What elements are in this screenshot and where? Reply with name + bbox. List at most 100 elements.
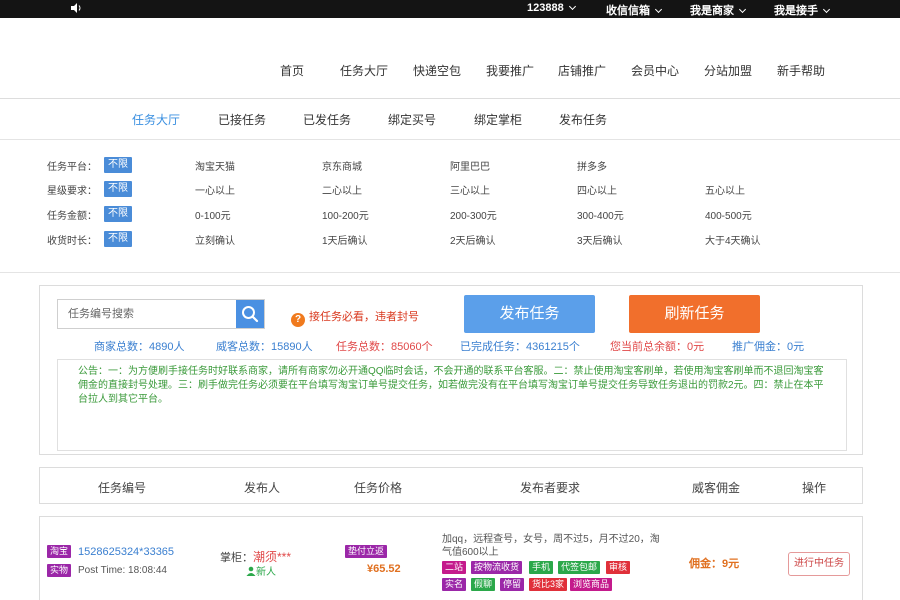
task-id-search-input[interactable] [58, 300, 236, 328]
account-id[interactable]: 123888 [527, 2, 576, 14]
filter-unlimited-badge[interactable]: 不限 [104, 157, 132, 173]
search-button[interactable] [236, 300, 264, 328]
search-icon [242, 306, 259, 323]
filter-option[interactable]: 100-200元 [322, 207, 369, 222]
stat-completed: 已完成任务：4361215个 [460, 341, 580, 353]
req-tag: 按物流收货 [471, 561, 523, 574]
type-tag: 实物 [47, 564, 72, 577]
refresh-task-button[interactable]: 刷新任务 [629, 295, 760, 333]
merchant-menu[interactable]: 我是商家 [690, 2, 747, 18]
col-commission: 威客佣金 [692, 481, 741, 495]
tab-bind-buyer[interactable]: 绑定买号 [388, 111, 436, 128]
tab-bind-shopkeeper[interactable]: 绑定掌柜 [474, 111, 522, 128]
filter-option[interactable]: 五心以上 [705, 182, 745, 197]
req-tag: 停留 [500, 578, 525, 591]
filter-option[interactable]: 大于4天确认 [705, 232, 761, 247]
task-in-progress-button[interactable]: 进行中任务 [788, 552, 850, 576]
worker-menu[interactable]: 我是接手 [774, 2, 831, 18]
filter-option[interactable]: 一心以上 [195, 182, 235, 197]
main-nav: 首页 任务大厅 快递空包 我要推广 店铺推广 会员中心 分站加盟 新手帮助 [0, 62, 900, 82]
nav-shop-promote[interactable]: 店铺推广 [558, 62, 606, 79]
user-icon [246, 566, 256, 576]
requirement-text: 加qq，远程查号，女号，周不过5，月不过20，淘气值600以上 [442, 534, 660, 558]
req-tag: 假聊 [471, 578, 496, 591]
chevron-down-icon [738, 5, 747, 14]
platform-tag: 淘宝 [47, 545, 72, 558]
tab-publish-task[interactable]: 发布任务 [559, 111, 607, 128]
filter-label: 收货时长： [47, 236, 97, 247]
nav-task-hall[interactable]: 任务大厅 [340, 62, 388, 79]
nav-promote[interactable]: 我要推广 [486, 62, 534, 79]
req-tag: 审核 [606, 561, 631, 574]
stat-merchants: 商家总数：4890人 [94, 341, 185, 353]
filter-unlimited-badge[interactable]: 不限 [104, 231, 132, 247]
filter-option[interactable]: 400-500元 [705, 207, 752, 222]
table-row: 淘宝 1528625324*33365 实物 Post Time: 18:08:… [39, 516, 863, 600]
req-tag: 代签包邮 [558, 561, 601, 574]
filter-option[interactable]: 立刻确认 [195, 232, 235, 247]
req-tag: 货比3家 [529, 578, 568, 591]
task-price: ¥65.52 [367, 563, 401, 575]
filter-option[interactable]: 京东商城 [322, 158, 362, 173]
filter-option[interactable]: 2天后确认 [450, 232, 496, 247]
chevron-down-icon [568, 2, 576, 11]
nav-home[interactable]: 首页 [280, 62, 304, 79]
top-bar: 123888 收信信箱 我是商家 我是接手 [0, 0, 900, 18]
req-tag: 浏览商品 [570, 578, 613, 591]
filter-option[interactable]: 阿里巴巴 [450, 158, 490, 173]
task-id-link[interactable]: 1528625324*33365 [78, 546, 174, 558]
col-task-id: 任务编号 [98, 481, 147, 495]
nav-member[interactable]: 会员中心 [631, 62, 679, 79]
filter-option[interactable]: 0-100元 [195, 207, 231, 222]
publisher-level: 新人 [246, 563, 276, 578]
price-tag: 垫付立返 [345, 545, 388, 558]
filter-option[interactable]: 1天后确认 [322, 232, 368, 247]
stat-workers: 威客总数：15890人 [216, 341, 313, 353]
publish-task-button[interactable]: 发布任务 [464, 295, 595, 333]
filter-delivery-time: 收货时长： 不限 立刻确认 1天后确认 2天后确认 3天后确认 大于4天确认 [0, 231, 900, 247]
req-tag: 二站 [442, 561, 467, 574]
filter-platform: 任务平台： 不限 淘宝天猫 京东商城 阿里巴巴 拼多多 [0, 157, 900, 173]
filter-option[interactable]: 淘宝天猫 [195, 158, 235, 173]
col-requirements: 发布者要求 [520, 481, 581, 495]
task-search-panel: ?接任务必看，违者封号 发布任务 刷新任务 商家总数：4890人 威客总数：15… [39, 285, 863, 455]
filter-label: 星级要求： [47, 186, 97, 197]
nav-express[interactable]: 快递空包 [413, 62, 461, 79]
filter-option[interactable]: 200-300元 [450, 207, 497, 222]
filter-unlimited-badge[interactable]: 不限 [104, 181, 132, 197]
search-box [57, 299, 265, 329]
filter-unlimited-badge[interactable]: 不限 [104, 206, 132, 222]
divider [0, 139, 900, 140]
commission: 佣金：9元 [689, 558, 740, 570]
question-icon: ? [291, 313, 305, 327]
tab-task-hall[interactable]: 任务大厅 [132, 111, 180, 128]
filter-option[interactable]: 二心以上 [322, 182, 362, 197]
chevron-down-icon [654, 5, 663, 14]
req-tag: 手机 [529, 561, 554, 574]
speaker-icon[interactable] [70, 2, 82, 14]
filter-label: 任务平台： [47, 162, 97, 173]
col-price: 任务价格 [354, 481, 403, 495]
divider [0, 98, 900, 99]
req-tag: 实名 [442, 578, 467, 591]
sub-nav: 任务大厅 已接任务 已发任务 绑定买号 绑定掌柜 发布任务 [0, 111, 900, 129]
filter-label: 任务金额： [47, 211, 97, 222]
filter-option[interactable]: 四心以上 [577, 182, 617, 197]
nav-franchise[interactable]: 分站加盟 [704, 62, 752, 79]
announcement-box: 公告：一：为方便刷手接任务时好联系商家，请所有商家勿必开通QQ临时会话，不会开通… [57, 359, 847, 451]
stat-tasks: 任务总数：85060个 [336, 341, 433, 353]
filter-option[interactable]: 300-400元 [577, 207, 624, 222]
inbox-menu[interactable]: 收信信箱 [606, 2, 663, 18]
col-action: 操作 [802, 481, 827, 495]
rules-warning-link[interactable]: ? 接任务必看，违者封号 [291, 308, 419, 327]
filter-amount: 任务金额： 不限 0-100元 100-200元 200-300元 300-40… [0, 206, 900, 222]
filter-option[interactable]: 三心以上 [450, 182, 490, 197]
filter-option[interactable]: 3天后确认 [577, 232, 623, 247]
filter-option[interactable]: 拼多多 [577, 158, 607, 173]
task-table-header: 任务编号 发布人 任务价格 发布者要求 威客佣金 操作 [39, 467, 863, 504]
tab-published-tasks[interactable]: 已发任务 [303, 111, 351, 128]
tab-accepted-tasks[interactable]: 已接任务 [218, 111, 266, 128]
stat-balance: 您当前总余额：0元 [610, 341, 705, 353]
divider [0, 272, 900, 273]
nav-help[interactable]: 新手帮助 [777, 62, 825, 79]
